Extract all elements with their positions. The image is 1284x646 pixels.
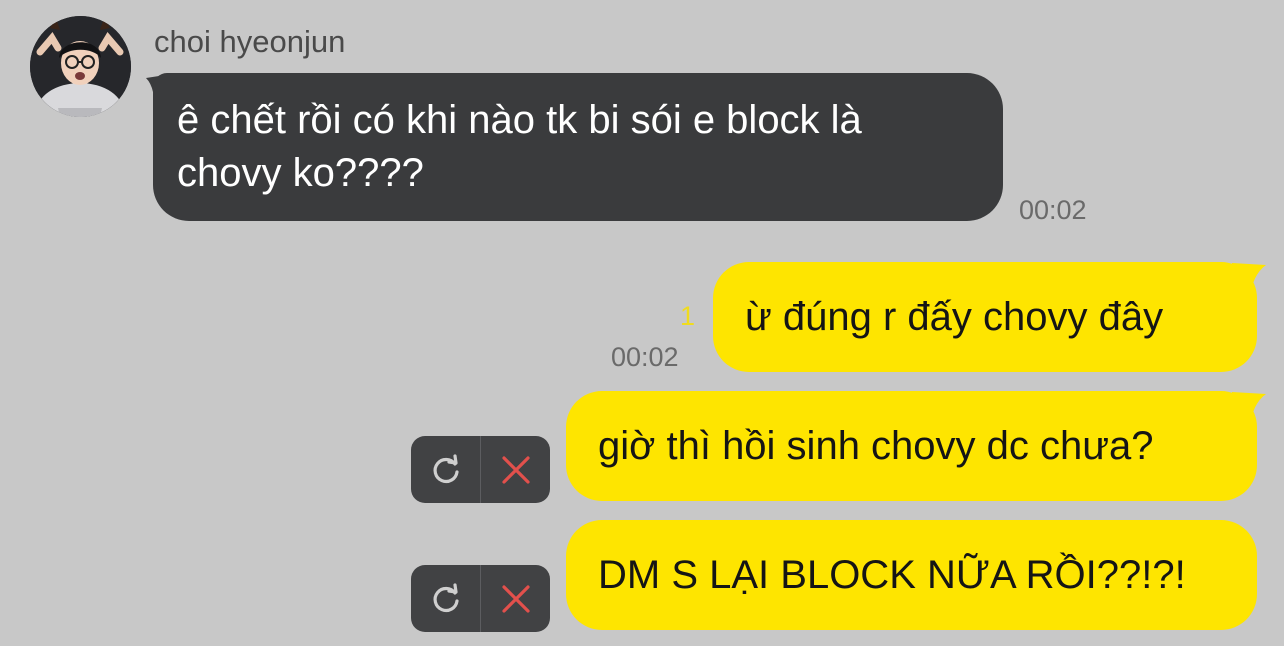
- outgoing-message-bubble[interactable]: ừ đúng r đấy chovy đây: [713, 262, 1257, 372]
- outgoing-message-time: 00:02: [611, 342, 679, 372]
- failed-message-actions: [411, 565, 550, 632]
- incoming-message-bubble[interactable]: ê chết rồi có khi nào tk bi sói e block …: [153, 73, 1003, 221]
- avatar-photo: [30, 16, 131, 117]
- retry-button[interactable]: [411, 436, 480, 503]
- outgoing-message-bubble[interactable]: giờ thì hồi sinh chovy dc chưa?: [566, 391, 1257, 501]
- incoming-message-line: chovy ko????: [177, 151, 424, 195]
- delete-x-icon: [501, 455, 530, 484]
- retry-button[interactable]: [411, 565, 480, 632]
- delete-x-icon: [501, 584, 530, 613]
- delete-button[interactable]: [481, 565, 550, 632]
- delete-button[interactable]: [481, 436, 550, 503]
- retry-icon: [433, 453, 459, 483]
- unread-count: 1: [680, 301, 696, 331]
- sender-name: choi hyeonjun: [154, 24, 346, 59]
- failed-message-actions: [411, 436, 550, 503]
- incoming-message-time: 00:02: [1019, 195, 1087, 225]
- outgoing-message-bubble[interactable]: DM S LẠI BLOCK NỮA RỒI??!?!: [566, 520, 1257, 630]
- incoming-message-line: ê chết rồi có khi nào tk bi sói e block …: [177, 98, 862, 142]
- sender-avatar[interactable]: [30, 16, 131, 117]
- retry-icon: [433, 582, 459, 612]
